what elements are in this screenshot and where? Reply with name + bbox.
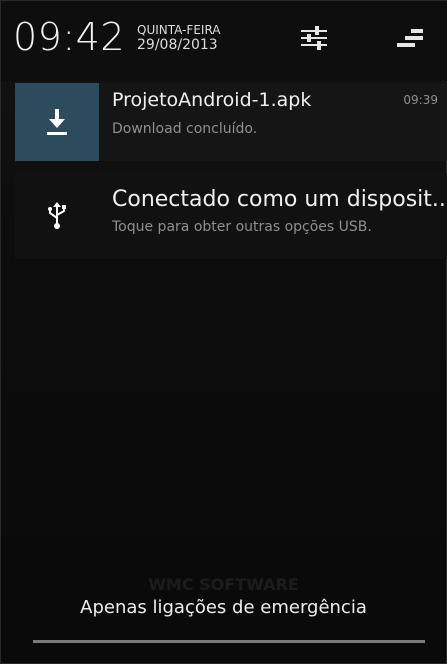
date-block: QUINTA-FEIRA 29/08/2013 [137,23,221,53]
usb-icon [15,173,99,259]
notification-download[interactable]: ProjetoAndroid-1.apk Download concluído.… [15,83,447,161]
status-header: 09:42 QUINTA-FEIRA 29/08/2013 [1,1,447,81]
clear-all-notifications-icon[interactable] [393,21,427,55]
download-icon [15,83,99,161]
emergency-calls-only-label: Apenas ligações de emergência [80,597,367,618]
notification-shade: WMC SOFTWARE 09:42 QUINTA-FEIRA 29/08/20… [0,0,447,664]
notification-usb[interactable]: Conectado como um disposit.. Toque para … [15,173,447,259]
notification-time: 09:39 [403,93,438,107]
weekday-label: QUINTA-FEIRA [137,23,221,37]
quick-settings-sliders-icon[interactable] [297,21,331,55]
date-label: 29/08/2013 [137,37,218,53]
notification-title: ProjetoAndroid-1.apk [112,89,312,111]
notification-title: Conectado como um disposit.. [112,187,446,212]
background-brand-text: WMC SOFTWARE [148,575,299,594]
shade-drag-handle[interactable] [33,640,425,643]
notification-subtitle: Download concluído. [112,121,258,137]
clock: 09:42 [13,15,126,59]
notification-subtitle: Toque para obter outras opções USB. [112,219,372,235]
